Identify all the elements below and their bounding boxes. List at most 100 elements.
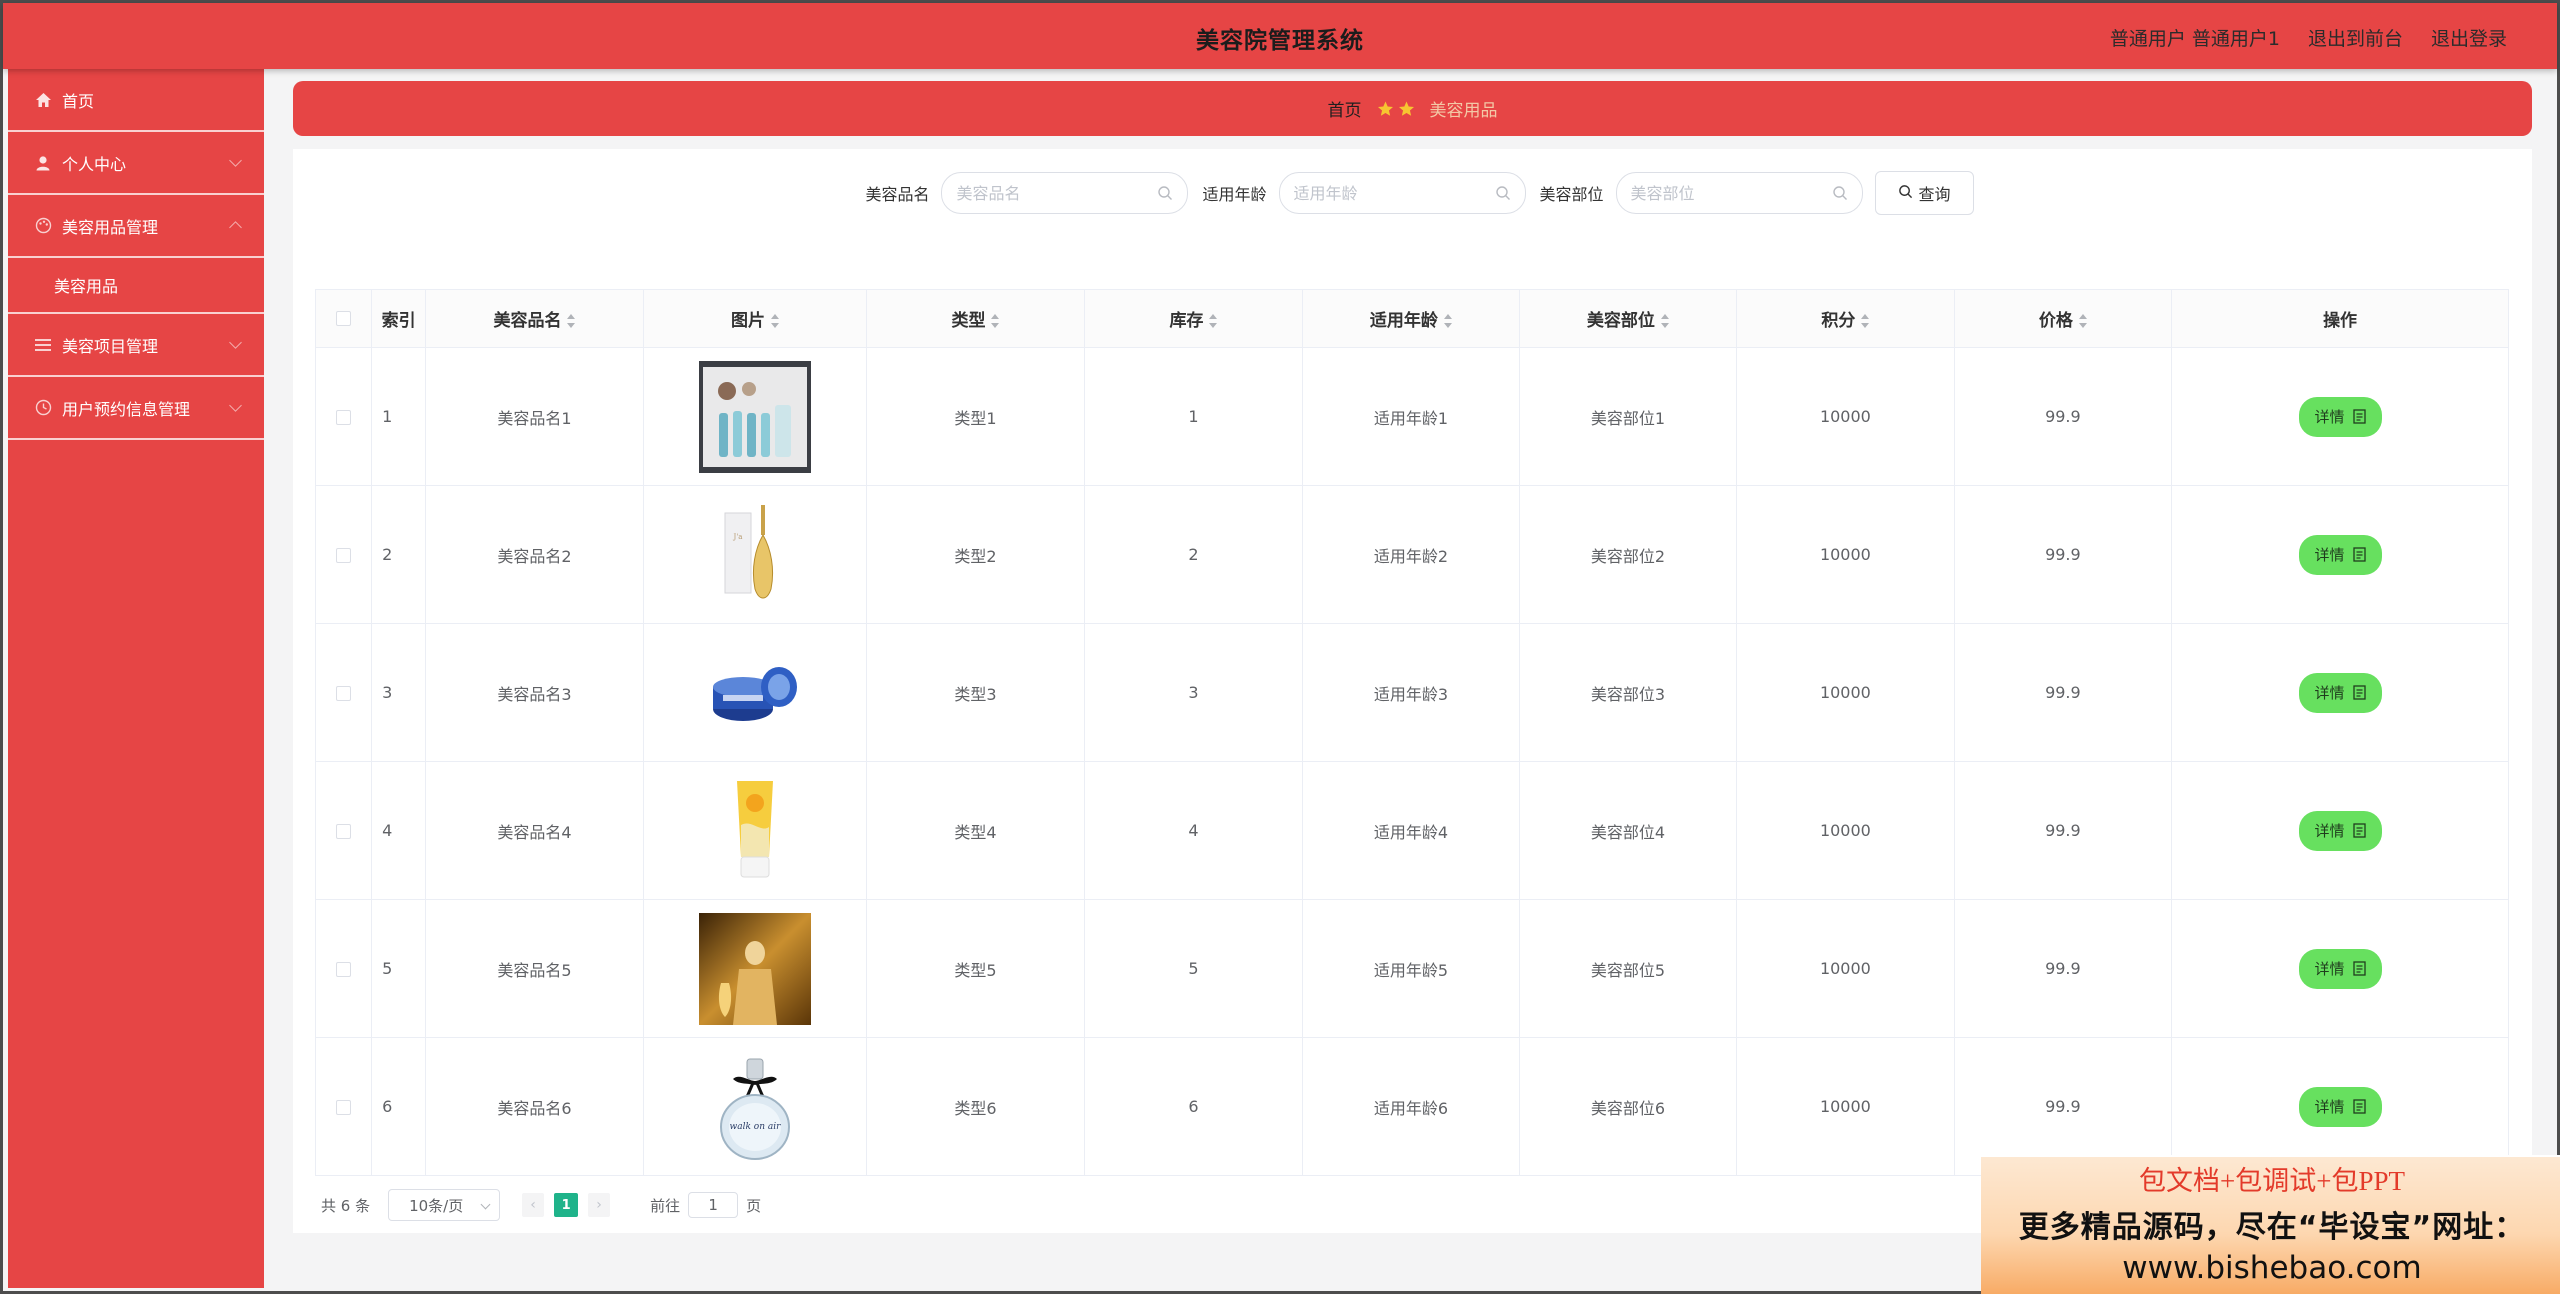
main-panel: 美容品名 适用年龄 美容部位 — [293, 149, 2532, 1233]
svg-text:J'a: J'a — [733, 533, 743, 541]
age-search-input[interactable] — [1293, 183, 1484, 203]
detail-button-label: 详情 — [2314, 684, 2345, 702]
name-search-input[interactable] — [956, 183, 1147, 203]
part-search-input[interactable] — [1630, 183, 1821, 203]
age-cell: 适用年龄6 — [1302, 1037, 1520, 1176]
next-page-button[interactable]: › — [588, 1193, 611, 1217]
row-select-cell[interactable] — [314, 623, 373, 762]
row-select-cell[interactable] — [314, 899, 373, 1038]
sort-icon[interactable] — [1209, 314, 1218, 328]
page-size-value: 10条/页 — [409, 1196, 464, 1215]
sort-icon[interactable] — [1861, 314, 1870, 328]
name-search-label: 美容品名 — [865, 185, 930, 204]
row-select-cell[interactable] — [314, 761, 373, 900]
name-cell: 美容品名1 — [425, 347, 644, 486]
column-header[interactable]: 类型 — [866, 289, 1085, 348]
detail-button[interactable]: 详情 — [2298, 534, 2382, 575]
type-cell: 类型4 — [866, 761, 1085, 900]
detail-button[interactable]: 详情 — [2298, 1086, 2382, 1127]
column-header[interactable]: 积分 — [1736, 289, 1955, 348]
image-cell — [642, 761, 868, 900]
detail-button[interactable]: 详情 — [2298, 396, 2382, 437]
document-icon — [2352, 685, 2366, 700]
sort-icon[interactable] — [567, 314, 576, 328]
sidebar-item-beauty-projects-mgmt[interactable]: 美容项目管理 — [8, 314, 264, 377]
page-number-button[interactable]: 1 — [554, 1193, 579, 1217]
row-select-cell[interactable] — [314, 347, 373, 486]
detail-button-label: 详情 — [2314, 960, 2345, 978]
part-cell: 美容部位5 — [1518, 899, 1738, 1038]
row-checkbox[interactable] — [336, 548, 352, 563]
stock-cell: 2 — [1083, 485, 1304, 624]
product-image — [698, 774, 811, 887]
index-cell: 1 — [371, 347, 427, 486]
document-icon — [2352, 961, 2366, 976]
age-cell: 适用年龄1 — [1302, 347, 1520, 486]
sort-icon[interactable] — [991, 314, 1000, 328]
goto-label: 前往 — [650, 1196, 681, 1215]
age-cell: 适用年龄2 — [1302, 485, 1520, 624]
sidebar-item-label: 首页 — [62, 91, 95, 111]
image-cell — [642, 623, 868, 762]
row-checkbox[interactable] — [336, 410, 352, 425]
select-all-checkbox[interactable] — [336, 311, 352, 326]
action-cell: 详情 — [2171, 761, 2509, 900]
goto-page-input[interactable]: 1 — [688, 1192, 739, 1218]
sidebar-item-personal-center[interactable]: 个人中心 — [8, 132, 264, 195]
action-cell: 详情 — [2171, 623, 2509, 762]
index-cell: 6 — [371, 1037, 427, 1176]
sidebar-item-home[interactable]: 首页 — [8, 69, 264, 132]
chevron-down-icon — [229, 154, 242, 167]
row-checkbox[interactable] — [336, 962, 352, 977]
sidebar-item-appointments-mgmt[interactable]: 用户预约信息管理 — [8, 377, 264, 440]
ad-line-3: www.bishebao.com — [2122, 1250, 2422, 1286]
row-checkbox[interactable] — [336, 824, 352, 839]
index-cell: 3 — [371, 623, 427, 762]
list-icon — [34, 336, 52, 354]
breadcrumb-home[interactable]: 首页 — [1328, 96, 1362, 121]
image-cell: J'a — [642, 485, 868, 624]
points-cell: 10000 — [1736, 761, 1955, 900]
header-actions: 普通用户 普通用户1 退出到前台 退出登录 — [2110, 24, 2507, 51]
frontend-link[interactable]: 退出到前台 — [2308, 24, 2403, 51]
sidebar-item-beauty-products-mgmt[interactable]: 美容用品管理 — [8, 195, 264, 258]
detail-button[interactable]: 详情 — [2298, 810, 2382, 851]
query-button[interactable]: 查询 — [1874, 171, 1974, 215]
column-header[interactable]: 美容品名 — [425, 289, 644, 348]
name-search-field[interactable] — [941, 172, 1189, 214]
column-header[interactable]: 适用年龄 — [1302, 289, 1520, 348]
table-row: 1 美容品名1 类型1 1 适用年龄1 美容部位1 10000 99.9 详情 — [314, 347, 2509, 486]
column-header[interactable]: 美容部位 — [1518, 289, 1738, 348]
row-select-cell[interactable] — [314, 485, 373, 624]
row-checkbox[interactable] — [336, 1100, 352, 1115]
table-row: 3 美容品名3 类型3 3 适用年龄3 美容部位3 10000 99.9 详情 — [314, 623, 2509, 762]
sort-icon[interactable] — [770, 314, 779, 328]
age-cell: 适用年龄4 — [1302, 761, 1520, 900]
row-checkbox[interactable] — [336, 686, 352, 701]
index-cell: 5 — [371, 899, 427, 1038]
points-cell: 10000 — [1736, 347, 1955, 486]
detail-button[interactable]: 详情 — [2298, 672, 2382, 713]
price-cell: 99.9 — [1953, 485, 2173, 624]
sort-icon[interactable] — [1443, 314, 1452, 328]
age-cell: 适用年龄3 — [1302, 623, 1520, 762]
select-all-cell[interactable] — [314, 289, 373, 348]
sort-icon[interactable] — [1660, 314, 1669, 328]
price-cell: 99.9 — [1953, 623, 2173, 762]
column-header[interactable]: 库存 — [1083, 289, 1304, 348]
sort-icon[interactable] — [2078, 314, 2087, 328]
row-select-cell[interactable] — [314, 1037, 373, 1176]
logout-link[interactable]: 退出登录 — [2431, 24, 2507, 51]
age-search-field[interactable] — [1278, 172, 1526, 214]
detail-button-label: 详情 — [2314, 408, 2345, 426]
sidebar-subitem-beauty-products[interactable]: 美容用品 — [8, 258, 264, 314]
chevron-down-icon — [229, 336, 242, 349]
part-search-field[interactable] — [1615, 172, 1863, 214]
detail-button[interactable]: 详情 — [2298, 948, 2382, 989]
page-size-select[interactable]: 10条/页 — [388, 1189, 501, 1221]
column-header[interactable]: 图片 — [642, 289, 868, 348]
prev-page-button[interactable]: ‹ — [522, 1193, 545, 1217]
document-icon — [2352, 1099, 2366, 1114]
column-header[interactable]: 价格 — [1953, 289, 2173, 348]
detail-button-label: 详情 — [2314, 822, 2345, 840]
